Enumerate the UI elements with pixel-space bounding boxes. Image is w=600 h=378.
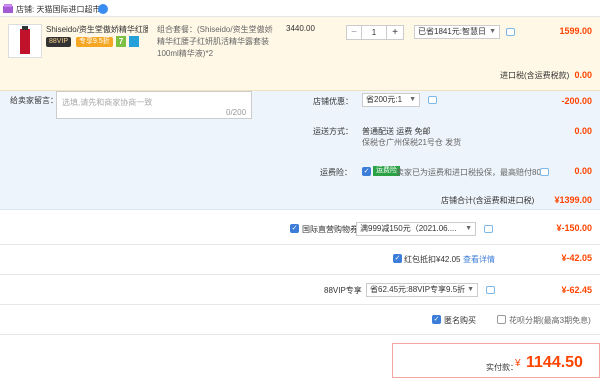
badge-discount: 专享9.5折 <box>76 37 113 47</box>
installment-checkbox[interactable] <box>497 315 506 324</box>
shop-discount-label: 店铺优惠： <box>313 97 353 106</box>
product-thumbnail[interactable] <box>8 24 42 58</box>
quantity-increase-button[interactable]: + <box>387 26 403 39</box>
item-total: 1599.00 <box>559 26 592 36</box>
store-total-label: 店铺合计(含运费和进口税) <box>441 196 535 205</box>
quantity-decrease-button[interactable]: − <box>347 26 361 39</box>
chevron-down-icon: ▼ <box>409 96 416 103</box>
payment-total: 1144.50 <box>526 354 583 371</box>
vip-select-value: 省62.45元:88VIP专享9.5折 <box>370 285 466 294</box>
shipping-method: 普通配送 运费 免邮 <box>362 127 431 136</box>
quantity-input[interactable]: 1 <box>361 26 387 39</box>
divider <box>0 244 600 245</box>
red-packet-checkbox[interactable]: ✓ <box>393 254 402 263</box>
divider <box>0 304 600 305</box>
shop-discount-select[interactable]: 省200元:1 ▼ <box>362 93 420 107</box>
shop-discount-select-value: 省200元:1 <box>366 95 403 104</box>
vip-select[interactable]: 省62.45元:88VIP专享9.5折 ▼ <box>366 283 478 297</box>
coupon-select[interactable]: 满999减150元（2021.06.... ▼ <box>356 222 476 236</box>
insurance-value: 0.00 <box>574 166 592 176</box>
memo-placeholder: 选填,请先和商家协商一致 <box>62 98 153 107</box>
insurance-text: 卖家已为运费和进口税投保，最高赔付80元 <box>396 168 549 177</box>
import-tax-value: 0.00 <box>574 70 592 80</box>
combo-description: 组合套餐：(Shiseido/资生堂傲娇精华红腰子红妍肌活精华露套装100ml精… <box>157 25 273 58</box>
message-icon[interactable] <box>428 96 437 104</box>
memo-label: 给卖家留言： <box>10 96 58 105</box>
coupon-label: 国际直营购物券 <box>302 225 358 234</box>
badge-88vip: 88VIP <box>46 37 72 47</box>
chevron-down-icon: ▼ <box>465 225 472 232</box>
shipping-label: 运送方式： <box>313 127 353 136</box>
red-packet-details-link[interactable]: 查看详情 <box>463 254 495 265</box>
red-packet-label: 红包抵扣¥42.05 <box>404 255 461 264</box>
chat-icon[interactable] <box>98 4 108 14</box>
message-icon[interactable] <box>506 28 515 36</box>
message-icon[interactable] <box>484 225 493 233</box>
chevron-down-icon: ▼ <box>489 28 496 35</box>
store-icon <box>3 4 13 13</box>
unit-price: 3440.00 <box>286 24 315 33</box>
badge-7day-return: 7 <box>116 36 126 47</box>
payment-currency: ¥ <box>515 358 521 369</box>
coupon-checkbox[interactable]: ✓ <box>290 224 299 233</box>
shop-discount-value: -200.00 <box>561 96 592 106</box>
vip-value: ¥-62.45 <box>561 285 592 295</box>
item-discount-select[interactable]: 已省1841元:智慧日 ▼ <box>414 25 500 39</box>
store-name[interactable]: 店铺: 天猫国际进口超市 <box>16 4 100 15</box>
anonymous-label: 匿名购买 <box>444 316 476 325</box>
message-icon[interactable] <box>540 168 549 176</box>
memo-counter: 0/200 <box>226 108 247 117</box>
installment-label: 花呗分期(最高3期免息) <box>509 316 591 325</box>
insurance-checkbox[interactable]: ✓ <box>362 167 371 176</box>
shipping-warehouse: 保税仓广州保税21号仓 发货 <box>362 138 462 147</box>
badge-quality-icon <box>129 36 139 47</box>
chevron-down-icon: ▼ <box>467 286 474 293</box>
insurance-label: 运费险： <box>320 168 352 177</box>
store-total-value: ¥1399.00 <box>554 195 592 205</box>
coupon-value: ¥-150.00 <box>556 223 592 233</box>
anonymous-checkbox[interactable]: ✓ <box>432 315 441 324</box>
divider <box>0 274 600 275</box>
payment-label: 实付款： <box>486 363 518 372</box>
red-packet-value: ¥-42.05 <box>561 253 592 263</box>
item-discount-select-value: 已省1841元:智慧日 <box>418 27 487 36</box>
message-icon[interactable] <box>486 286 495 294</box>
divider <box>0 334 600 335</box>
coupon-select-value: 满999减150元（2021.06.... <box>360 224 457 233</box>
product-title[interactable]: Shiseido/资生堂傲娇精华红腰... <box>46 24 148 35</box>
vip-label: 88VIP专享 <box>324 286 362 295</box>
shipping-value: 0.00 <box>574 126 592 136</box>
